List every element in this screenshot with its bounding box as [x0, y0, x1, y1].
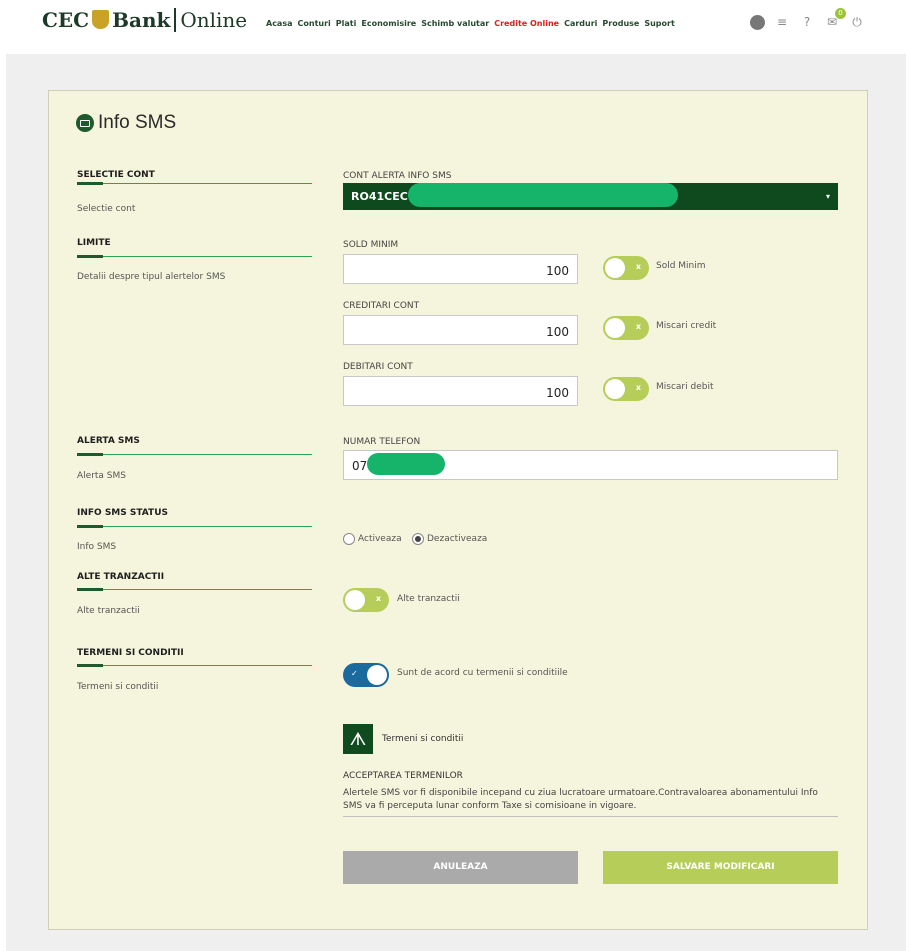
radio-activeaza[interactable]: Activeaza	[343, 533, 402, 545]
nav-item-produse[interactable]: Produse	[602, 19, 639, 28]
nav-item-acasa[interactable]: Acasa	[266, 19, 293, 28]
section-head-alerta-sms: ALERTA SMS	[77, 436, 312, 456]
mail-badge: 0	[835, 8, 846, 19]
miscari-credit-toggle-label: Miscari credit	[656, 321, 717, 331]
radio-activeaza-label: Activeaza	[358, 534, 402, 544]
section-head-limite: LIMITE	[77, 238, 312, 258]
termeni-acord-toggle[interactable]: ✓	[343, 663, 389, 687]
sold-minim-toggle-label: Sold Minim	[656, 261, 706, 271]
top-bar: CEC Bank Online Acasa Conturi Plati Econom…	[0, 0, 912, 52]
debitari-cont-input[interactable]: 100	[343, 376, 578, 406]
logo-bank-text: Bank	[112, 8, 171, 32]
nav-item-conturi[interactable]: Conturi	[298, 19, 331, 28]
acceptarea-termenilor-title: ACCEPTAREA TERMENILOR	[343, 771, 463, 781]
nav-item-suport[interactable]: Suport	[644, 19, 674, 28]
nav-item-economisire[interactable]: Economisire	[361, 19, 416, 28]
logo-separator	[174, 8, 177, 32]
cancel-button[interactable]: ANULEAZA	[343, 851, 578, 884]
main-nav: Acasa Conturi Plati Economisire Schimb v…	[266, 19, 675, 28]
radio-activeaza-circle	[343, 533, 355, 545]
section-sub-termeni: Termeni si conditii	[77, 682, 159, 692]
section-sub-selectie-cont: Selectie cont	[77, 204, 136, 214]
miscari-credit-toggle[interactable]: x	[603, 316, 649, 340]
termeni-pdf-link[interactable]: Termeni si conditii	[382, 734, 463, 744]
sold-minim-input[interactable]: 100	[343, 254, 578, 284]
radio-dezactiveaza[interactable]: Dezactiveaza	[412, 533, 487, 545]
debitari-cont-label: DEBITARI CONT	[343, 362, 413, 372]
section-sub-alerta-sms: Alerta SMS	[77, 471, 126, 481]
section-sub-limite: Detalii despre tipul alertelor SMS	[77, 272, 226, 282]
logo-online-text: Online	[180, 8, 248, 32]
shield-icon	[92, 10, 110, 29]
section-head-info-sms-status: INFO SMS STATUS	[77, 508, 312, 528]
help-icon[interactable]: ?	[799, 14, 815, 30]
sms-icon	[76, 114, 94, 132]
cont-alerta-label: CONT ALERTA INFO SMS	[343, 171, 452, 181]
cec-bank-logo[interactable]: CEC Bank Online	[42, 8, 247, 32]
sold-minim-label: SOLD MINIM	[343, 240, 399, 250]
mail-icon[interactable]: ✉ 0	[824, 8, 846, 30]
page-title: Info SMS	[76, 112, 176, 134]
section-sub-alte-tranzactii: Alte tranzactii	[77, 606, 140, 616]
menu-icon[interactable]: ≡	[774, 14, 790, 30]
power-icon[interactable]: ⏻	[849, 14, 865, 30]
nav-item-plati[interactable]: Plati	[336, 19, 357, 28]
page-title-text: Info SMS	[98, 112, 177, 133]
account-select-value: RO41CEC	[351, 190, 408, 203]
section-head-selectie-cont: SELECTIE CONT	[77, 170, 312, 185]
redaction-mask-account	[408, 183, 678, 207]
creditari-cont-label: CREDITARI CONT	[343, 301, 420, 311]
logo-cec-text: CEC	[42, 8, 90, 32]
chevron-down-icon: ▾	[825, 192, 830, 201]
pdf-icon[interactable]: ᗑ	[343, 724, 373, 754]
nav-item-carduri[interactable]: Carduri	[564, 19, 597, 28]
miscari-debit-toggle[interactable]: x	[603, 377, 649, 401]
alte-tranzactii-toggle[interactable]: x	[343, 588, 389, 612]
acceptarea-termenilor-text: Alertele SMS vor fi disponibile incepand…	[343, 788, 818, 811]
numar-telefon-label: NUMAR TELEFON	[343, 437, 421, 447]
redaction-mask-phone	[367, 453, 445, 475]
top-icons: ≡ ? ✉ 0 ⏻	[750, 8, 865, 30]
radio-dezactiveaza-label: Dezactiveaza	[427, 534, 488, 544]
save-button[interactable]: SALVARE MODIFICARI	[603, 851, 838, 884]
alte-tranzactii-toggle-label: Alte tranzactii	[397, 594, 460, 604]
user-icon[interactable]	[750, 14, 765, 30]
nav-item-credite-online[interactable]: Credite Online	[494, 19, 559, 28]
nav-item-schimb-valutar[interactable]: Schimb valutar	[421, 19, 489, 28]
termeni-acord-toggle-label: Sunt de acord cu termenii si conditiile	[397, 668, 568, 678]
divider	[343, 816, 838, 817]
radio-dezactiveaza-circle	[412, 533, 424, 545]
sold-minim-toggle[interactable]: x	[603, 256, 649, 280]
section-head-alte-tranzactii: ALTE TRANZACTII	[77, 572, 312, 591]
miscari-debit-toggle-label: Miscari debit	[656, 382, 714, 392]
section-head-termeni: TERMENI SI CONDITII	[77, 648, 312, 667]
section-sub-info-sms-status: Info SMS	[77, 542, 117, 552]
creditari-cont-input[interactable]: 100	[343, 315, 578, 345]
